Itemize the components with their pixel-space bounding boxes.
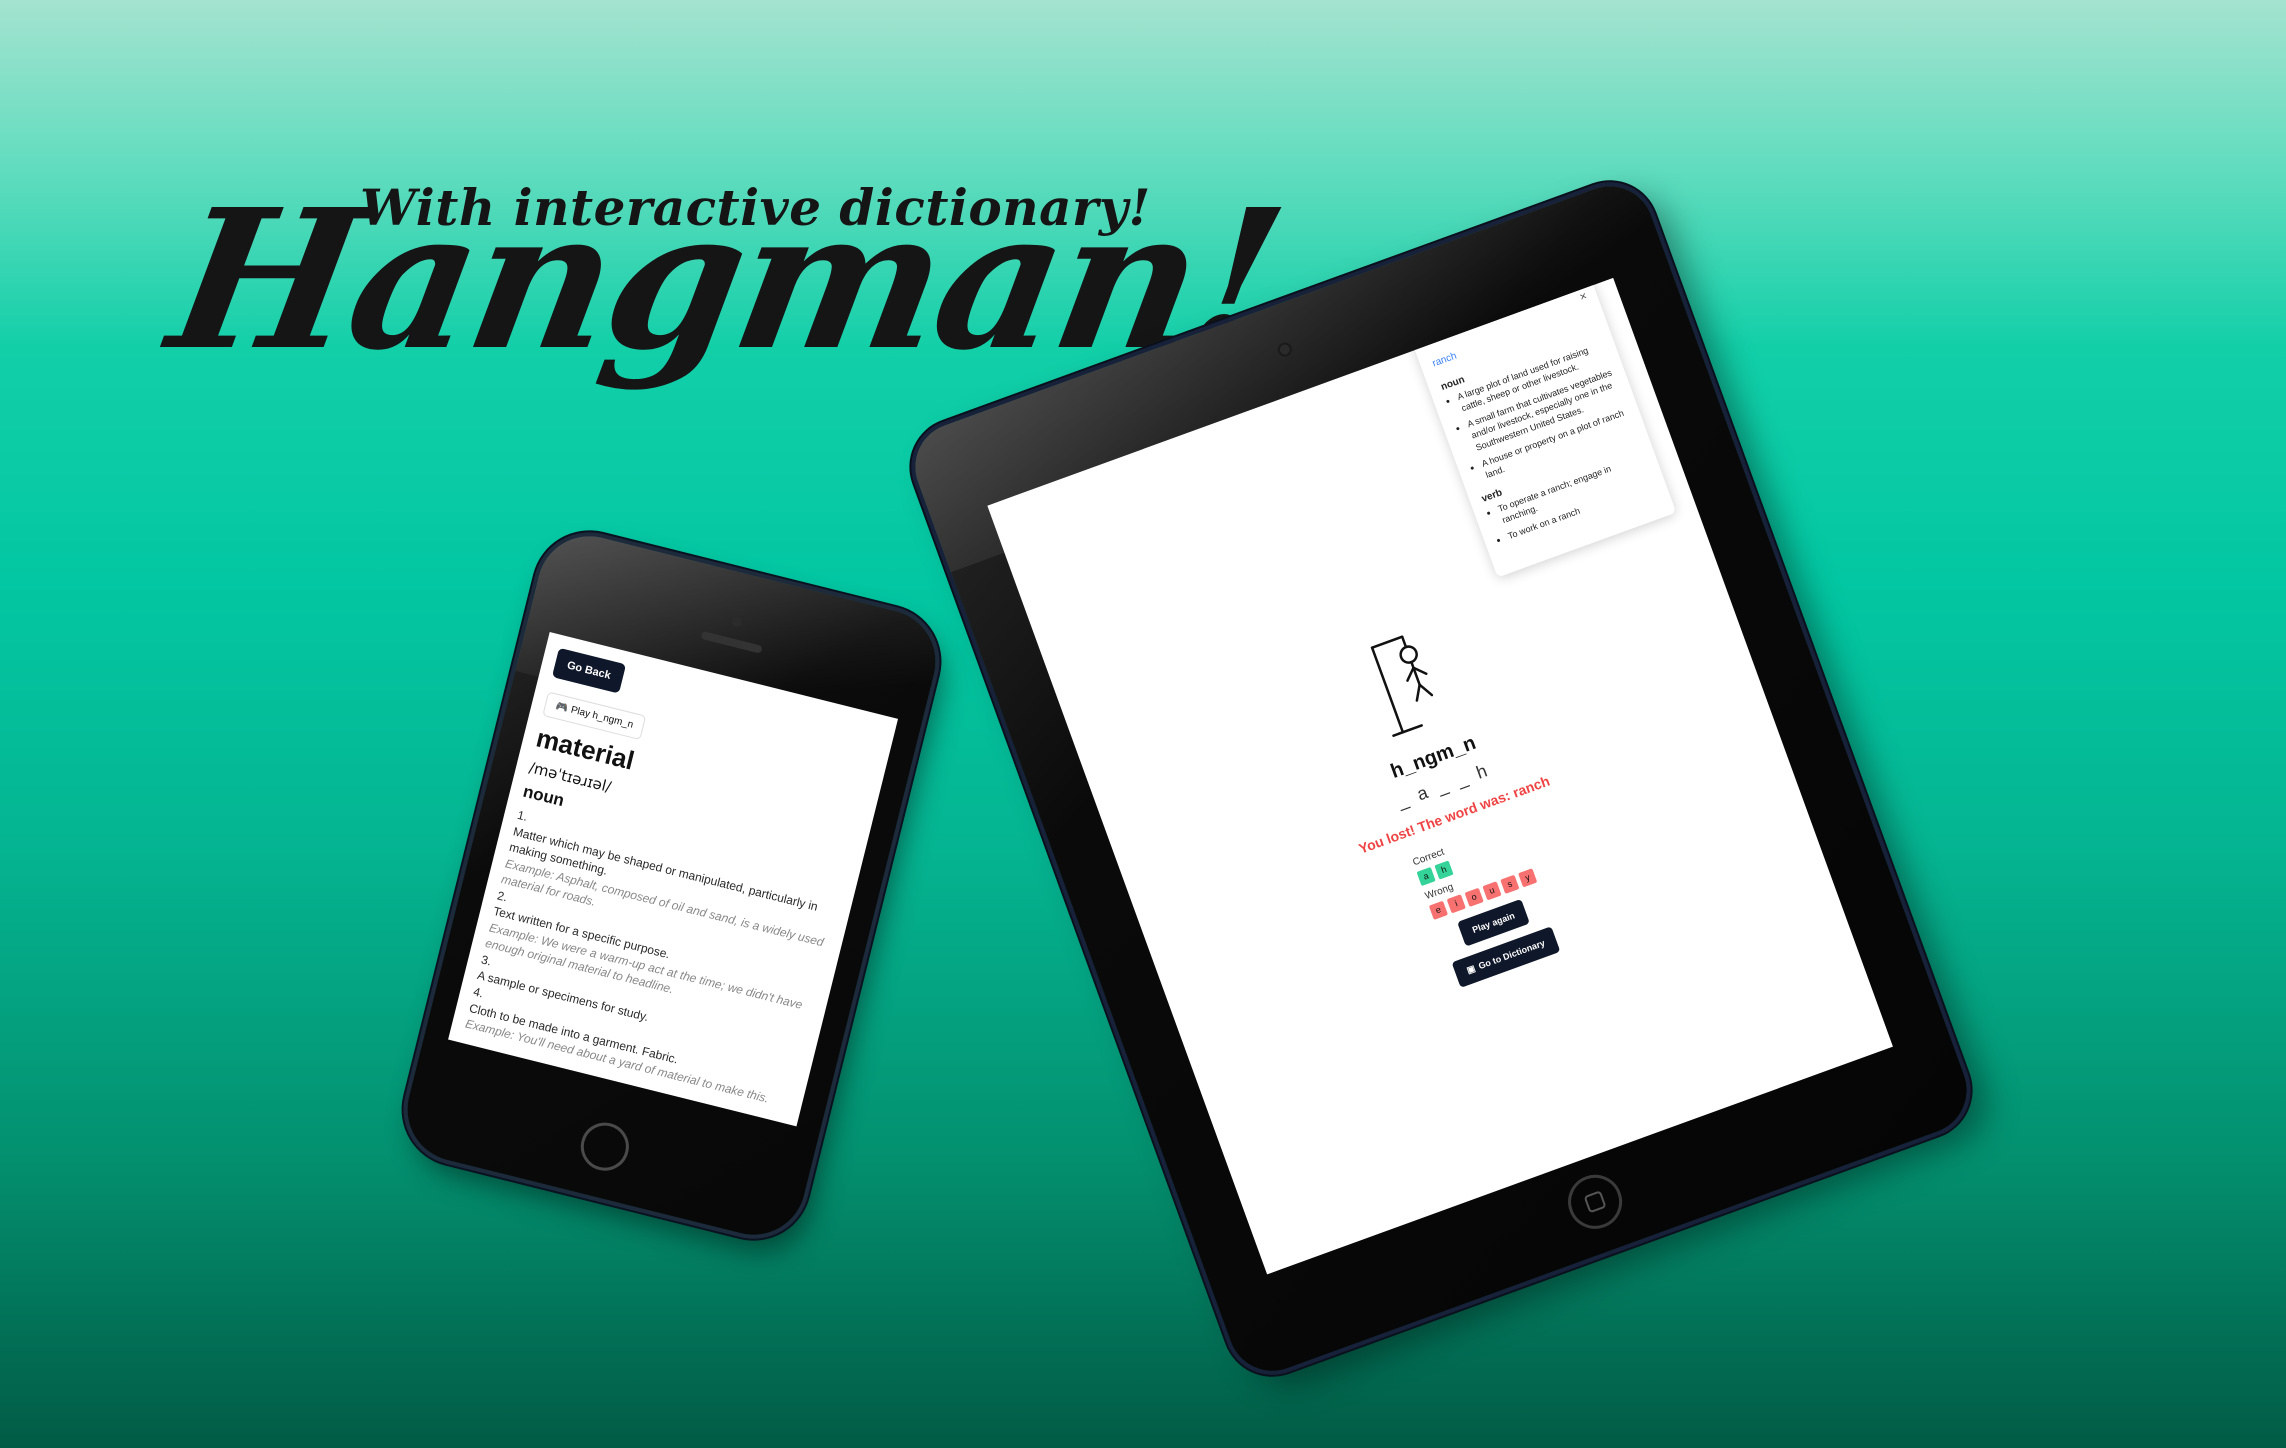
wrong-letter: e <box>1428 900 1449 920</box>
gallows-base <box>1392 724 1423 737</box>
correct-letter: h <box>1434 860 1454 880</box>
correct-letter: a <box>1416 866 1436 887</box>
gallows-rope <box>1400 635 1408 649</box>
gamepad-icon: 🎮 <box>554 700 570 715</box>
go-to-dictionary-label: Go to Dictionary <box>1477 937 1547 972</box>
play-word-label: Play h_ngm_n <box>569 704 635 731</box>
wrong-letter: s <box>1500 874 1520 894</box>
wrong-letter: u <box>1482 881 1502 901</box>
book-icon: ▣ <box>1465 963 1477 976</box>
go-back-button[interactable]: Go Back <box>551 647 626 694</box>
wrong-letter: y <box>1518 868 1538 888</box>
close-icon[interactable]: × <box>1577 289 1588 305</box>
wrong-letter: o <box>1464 887 1484 907</box>
figure-right-leg <box>1418 683 1434 697</box>
hangman-drawing <box>1370 635 1434 737</box>
figure-body <box>1410 660 1421 686</box>
gallows-pole <box>1370 646 1405 734</box>
phone-device: Go Back 🎮Play h_ngm_n material /məˈtɪəɹɪ… <box>396 525 947 1246</box>
figure-head <box>1399 645 1418 664</box>
wrong-letter: i <box>1446 894 1466 914</box>
part-of-speech: noun <box>521 781 567 811</box>
game-area: h_ngm_n _ a _ _ h You lost! The word was… <box>1076 522 1823 1083</box>
hero-title: Hangman! <box>156 168 1296 393</box>
gallows-beam <box>1370 635 1404 649</box>
